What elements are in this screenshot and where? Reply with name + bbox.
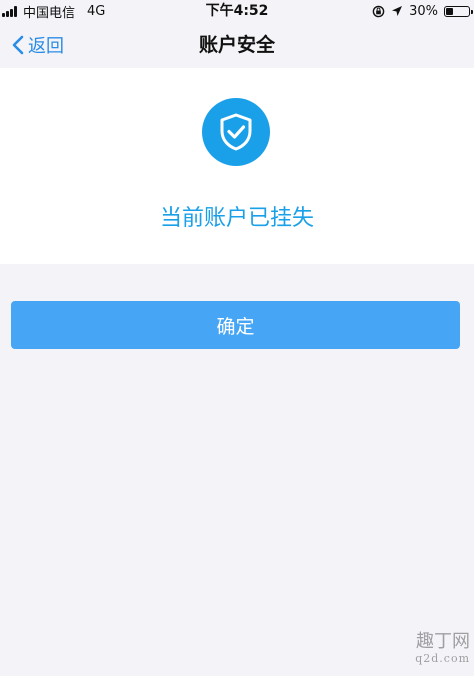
orientation-lock-icon xyxy=(372,5,385,17)
shield-badge xyxy=(202,98,270,166)
battery-fill xyxy=(446,7,453,15)
page-title: 账户安全 xyxy=(198,34,275,56)
watermark-logo: 趣丁网 q2d.com xyxy=(404,632,470,672)
battery-percent: 30% xyxy=(409,3,438,19)
watermark-bottom: q2d.com xyxy=(415,652,470,665)
location-icon xyxy=(392,6,403,16)
account-status-card: 当前账户已挂失 xyxy=(0,68,474,264)
nav-bar: 返回 账户安全 xyxy=(0,22,474,68)
watermark-top: 趣丁网 xyxy=(416,631,470,652)
battery-icon xyxy=(444,5,473,17)
status-message: 当前账户已挂失 xyxy=(159,206,314,231)
chevron-left-icon xyxy=(12,35,24,55)
confirm-button[interactable]: 确定 xyxy=(11,301,460,349)
status-right: 30% xyxy=(372,0,473,22)
back-button[interactable]: 返回 xyxy=(12,22,64,68)
status-bar: 中国电信 4G 下午4:52 30% xyxy=(0,0,474,22)
back-label: 返回 xyxy=(28,36,64,57)
shield-check-icon xyxy=(220,113,252,151)
